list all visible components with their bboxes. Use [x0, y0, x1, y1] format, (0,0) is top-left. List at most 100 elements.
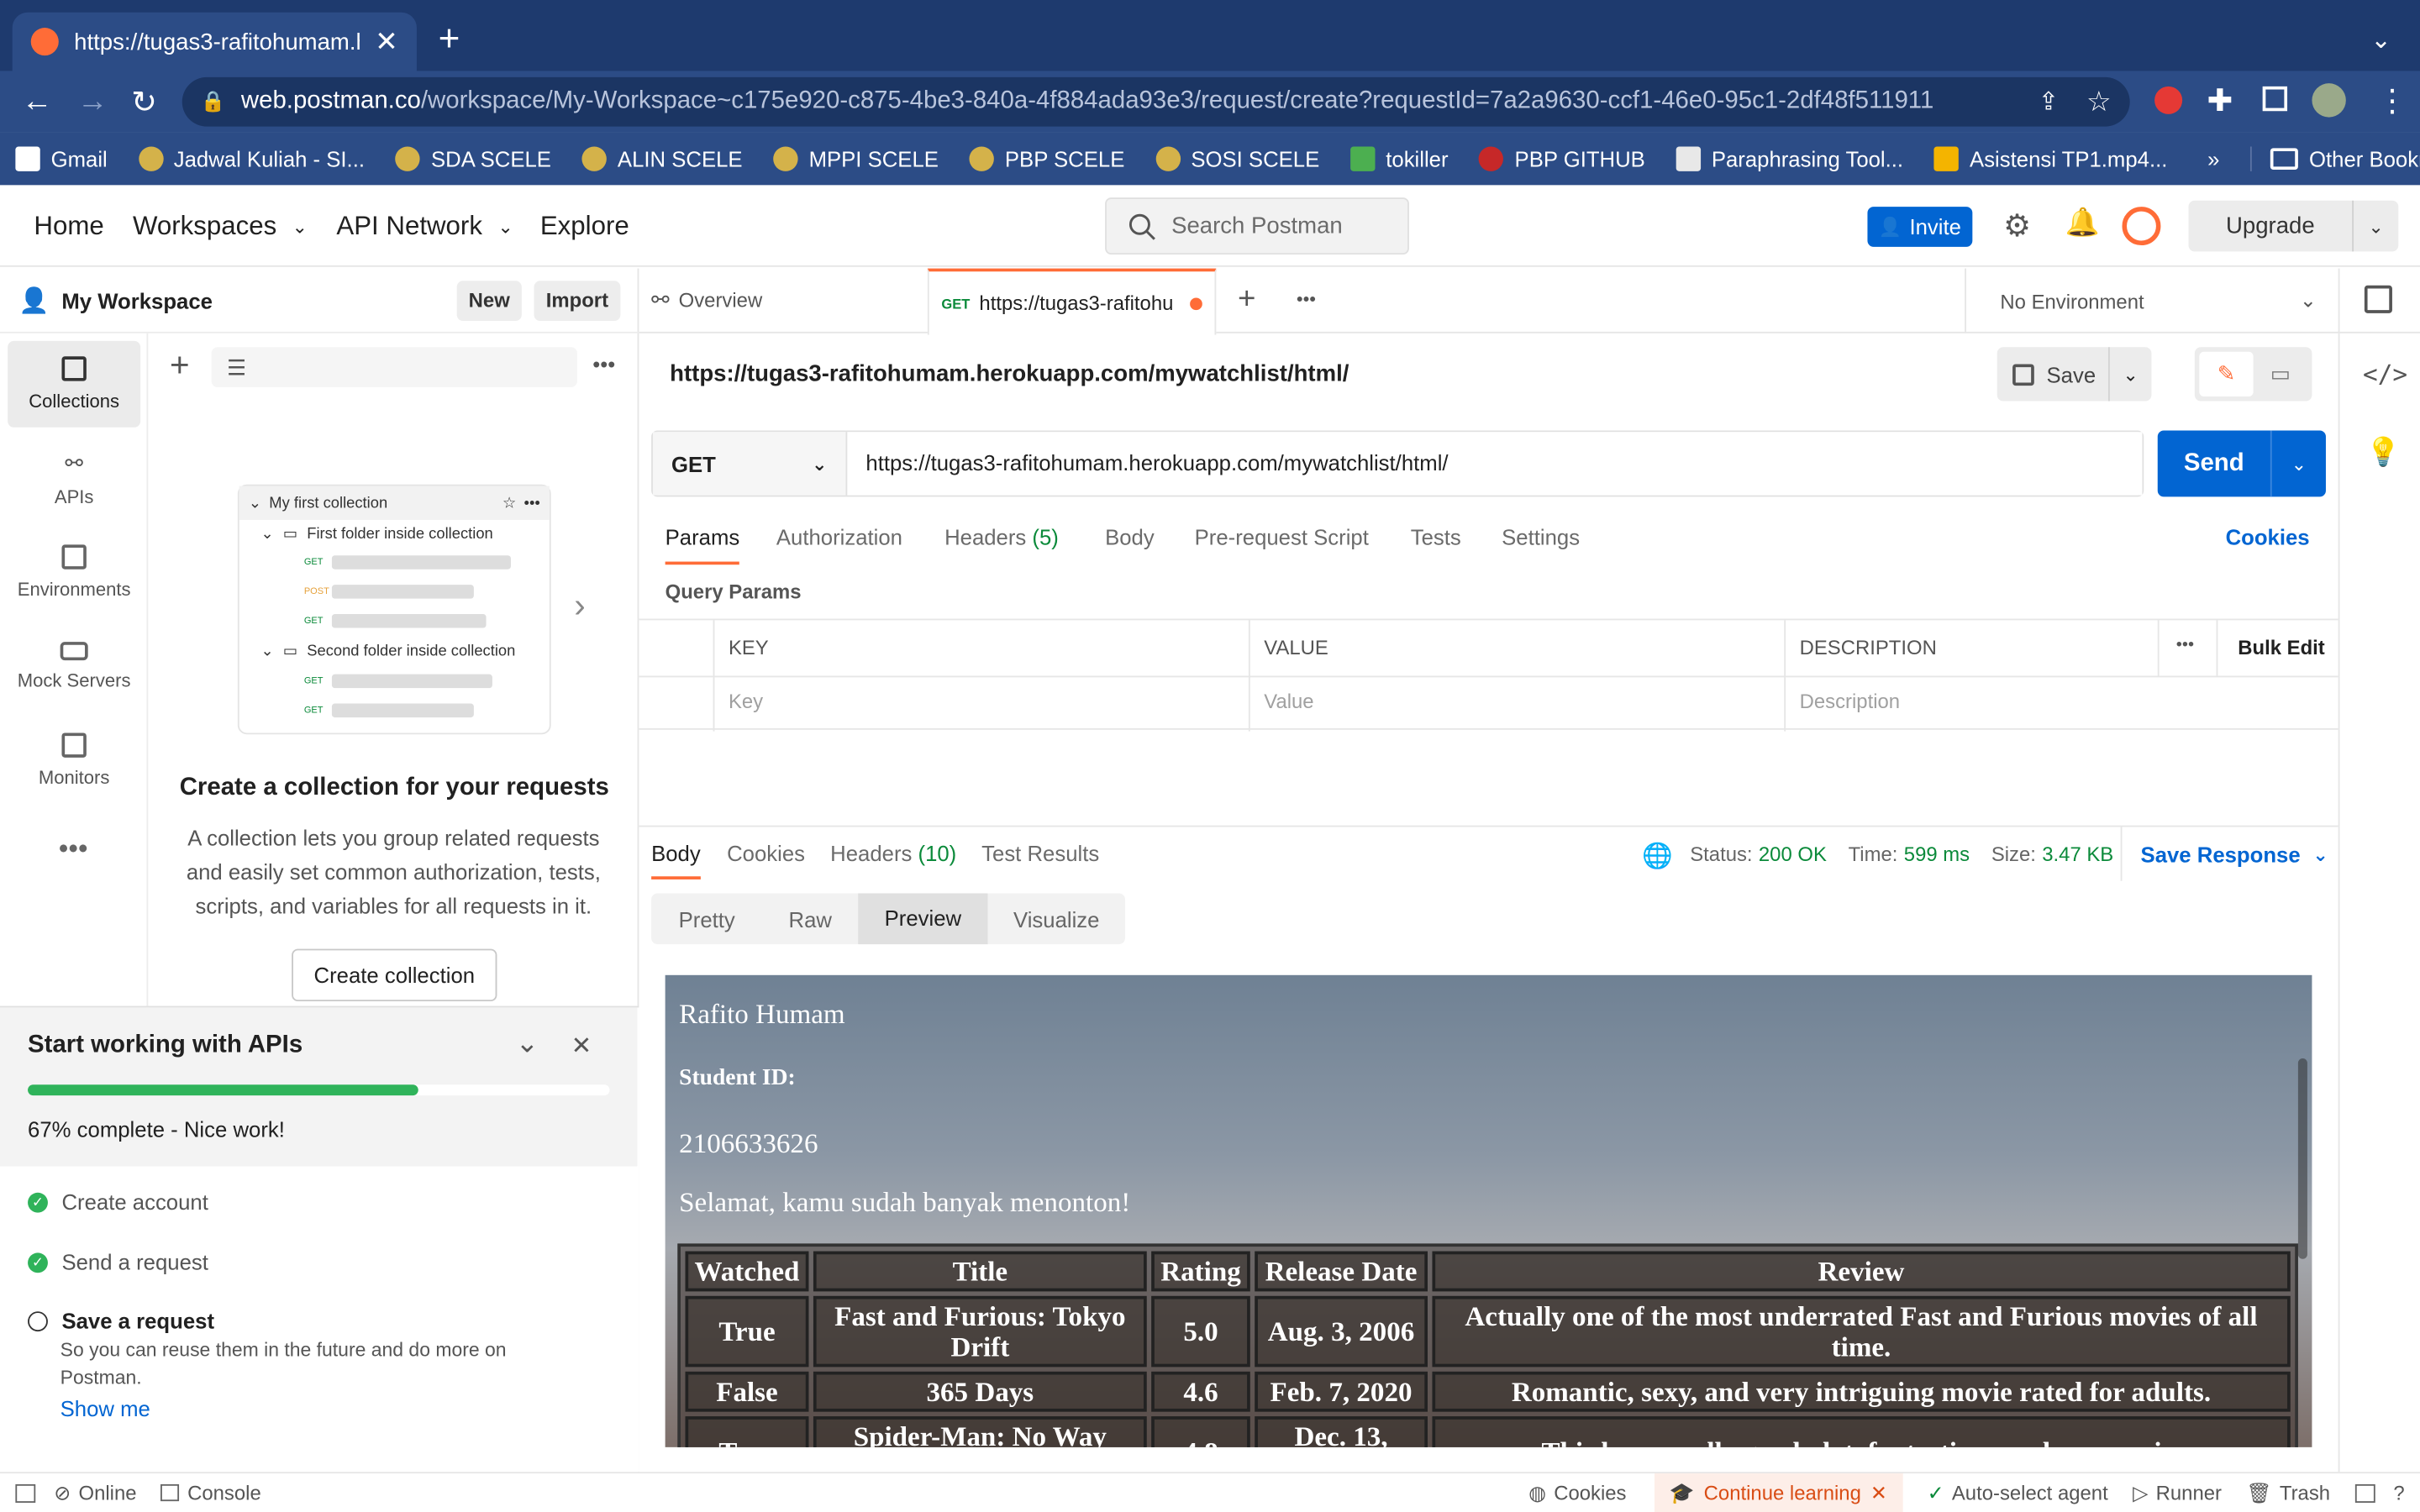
browser-menu-icon[interactable]: ⋮ [2377, 81, 2408, 120]
close-icon[interactable]: ✕ [571, 1031, 592, 1062]
time-value[interactable]: 599 ms [1904, 843, 1970, 866]
save-button[interactable]: Save ⌄ [1996, 347, 2152, 402]
bookmark-star-icon[interactable]: ☆ [2086, 86, 2112, 118]
tab-search-chevron-icon[interactable]: ⌄ [2370, 24, 2391, 55]
notifications-bell-icon[interactable]: 🔔 [2065, 207, 2100, 239]
nav-workspaces[interactable]: Workspaces ⌄ [133, 212, 308, 243]
bookmarks-overflow[interactable]: » [2207, 146, 2219, 171]
bookmark-pbp[interactable]: PBP SCELE [969, 146, 1124, 171]
help-icon[interactable]: ? [2393, 1481, 2404, 1504]
new-button[interactable]: New [456, 280, 522, 321]
two-pane-icon[interactable] [2354, 1483, 2375, 1503]
add-collection-icon[interactable]: + [170, 348, 190, 382]
online-status[interactable]: ⊘ Online [54, 1480, 136, 1504]
tab-authorization[interactable]: Authorization [776, 524, 902, 549]
tab-request[interactable]: GET https://tugas3-rafitohu [927, 268, 1217, 335]
search-postman[interactable]: Search Postman [1105, 197, 1409, 255]
param-key-input[interactable]: Key [729, 690, 763, 713]
trash-button[interactable]: 🗑 Trash [2246, 1480, 2330, 1504]
side-panel-icon[interactable] [2262, 86, 2288, 112]
collapse-chevron-icon[interactable]: ⌄ [515, 1027, 539, 1060]
param-value-input[interactable]: Value [1264, 690, 1313, 713]
nav-api-network[interactable]: API Network ⌄ [336, 212, 513, 243]
bookmark-alin[interactable]: ALIN SCELE [581, 146, 743, 171]
extensions-puzzle-icon[interactable]: ✚ [2207, 81, 2233, 120]
tab-tests[interactable]: Tests [1411, 524, 1461, 549]
forward-icon[interactable]: → [77, 85, 108, 120]
param-description-input[interactable]: Description [1800, 690, 1900, 713]
runner-button[interactable]: ▷ Runner [2133, 1480, 2222, 1504]
request-name[interactable]: https://tugas3-rafitohumam.herokuapp.com… [670, 361, 1349, 387]
sidebar-item-environments[interactable]: Environments [8, 529, 140, 616]
extension-red-icon[interactable] [2154, 86, 2183, 114]
method-select[interactable]: GET ⌄ [652, 432, 848, 496]
nav-home[interactable]: Home [34, 212, 103, 243]
send-button[interactable]: Send ⌄ [2157, 430, 2326, 497]
environment-selector[interactable]: No Environment ⌄ [1965, 268, 2338, 333]
view-pretty[interactable]: Pretty [651, 906, 762, 931]
lightbulb-icon[interactable]: 💡 [2366, 437, 2401, 470]
view-visualize[interactable]: Visualize [988, 906, 1125, 931]
send-dropdown-icon[interactable]: ⌄ [2270, 430, 2326, 497]
close-icon[interactable]: ✕ [1870, 1480, 1887, 1504]
toggle-sidebar-icon[interactable] [15, 1483, 36, 1503]
response-tab-cookies[interactable]: Cookies [727, 841, 805, 865]
environment-quick-look-icon[interactable] [2364, 285, 2392, 313]
tab-settings[interactable]: Settings [1502, 524, 1580, 549]
sidebar-item-apis[interactable]: ⚯ APIs [8, 435, 140, 522]
upgrade-button[interactable]: Upgrade ⌄ [2188, 200, 2399, 252]
tab-overview[interactable]: ⚯ Overview [651, 287, 762, 313]
save-response-button[interactable]: Save Response ⌄ [2120, 827, 2328, 881]
continue-learning-button[interactable]: 🎓 Continue learning ✕ [1654, 1473, 1903, 1512]
bookmark-tokiller[interactable]: tokiller [1349, 146, 1449, 171]
other-bookmarks[interactable]: Other Bookmarks [2250, 146, 2420, 171]
chevron-right-icon[interactable]: › [574, 586, 585, 627]
size-value[interactable]: 3.47 KB [2042, 843, 2113, 866]
tab-pre-request-script[interactable]: Pre-request Script [1195, 524, 1369, 549]
profile-avatar[interactable] [2312, 83, 2346, 118]
params-more-icon[interactable]: ••• [2176, 636, 2194, 654]
url-input[interactable]: https://tugas3-rafitohumam.herokuapp.com… [847, 432, 2143, 496]
auto-select-agent[interactable]: ✓ Auto-select agent [1928, 1480, 2108, 1504]
tab-params[interactable]: Params [665, 524, 740, 565]
code-icon[interactable]: </> [2363, 360, 2407, 389]
nav-explore[interactable]: Explore [540, 212, 629, 243]
comments-icon[interactable]: ▭ [2254, 352, 2307, 396]
bookmark-gmail[interactable]: Gmail [15, 146, 108, 171]
edit-pencil-icon[interactable]: ✎ [2199, 351, 2254, 397]
bookmark-paraphrasing[interactable]: Paraphrasing Tool... [1676, 146, 1903, 171]
import-button[interactable]: Import [534, 280, 621, 321]
filter-input[interactable]: ☰ [211, 347, 577, 388]
back-icon[interactable]: ← [22, 85, 53, 120]
status-value[interactable]: 200 OK [1759, 843, 1827, 866]
tab-close-icon[interactable]: ✕ [375, 25, 398, 58]
create-collection-button[interactable]: Create collection [292, 948, 497, 1002]
upgrade-dropdown-icon[interactable]: ⌄ [2352, 200, 2398, 252]
bookmark-mppi[interactable]: MPPI SCELE [773, 146, 939, 171]
cookies-status-button[interactable]: ◍ Cookies [1528, 1480, 1626, 1504]
bookmark-sda[interactable]: SDA SCELE [395, 146, 551, 171]
reload-icon[interactable]: ↻ [131, 83, 157, 122]
address-bar[interactable]: 🔒 web.postman.co/workspace/My-Workspace~… [182, 76, 2130, 127]
user-avatar[interactable] [2122, 207, 2161, 246]
bookmark-pbp-github[interactable]: PBP GITHUB [1479, 146, 1645, 171]
cookies-link[interactable]: Cookies [2226, 524, 2310, 549]
new-tab-icon[interactable]: + [439, 21, 460, 59]
response-tab-test-results[interactable]: Test Results [981, 841, 1099, 865]
new-tab-plus-icon[interactable]: + [1238, 282, 1255, 318]
tab-more-icon[interactable]: ••• [1297, 288, 1316, 310]
sidebar-item-collections[interactable]: Collections [8, 340, 141, 428]
sidebar-item-monitors[interactable]: Monitors [8, 717, 140, 804]
checklist-item[interactable]: Save a request [28, 1309, 214, 1333]
bookmark-jadwal[interactable]: Jadwal Kuliah - SI... [138, 146, 365, 171]
browser-tab[interactable]: https://tugas3-rafitohumam.he ✕ [12, 12, 417, 71]
settings-gear-icon[interactable]: ⚙ [2003, 207, 2031, 245]
share-icon[interactable]: ⇪ [2039, 87, 2060, 118]
response-tab-body[interactable]: Body [651, 841, 701, 879]
response-tab-headers[interactable]: Headers (10) [830, 841, 956, 865]
view-raw[interactable]: Raw [762, 906, 858, 931]
bookmark-sosi[interactable]: SOSI SCELE [1155, 146, 1319, 171]
more-rail-icon[interactable]: ••• [59, 833, 88, 866]
tab-headers[interactable]: Headers (5) [944, 524, 1059, 549]
bookmark-asistensi[interactable]: Asistensi TP1.mp4... [1933, 146, 2167, 171]
